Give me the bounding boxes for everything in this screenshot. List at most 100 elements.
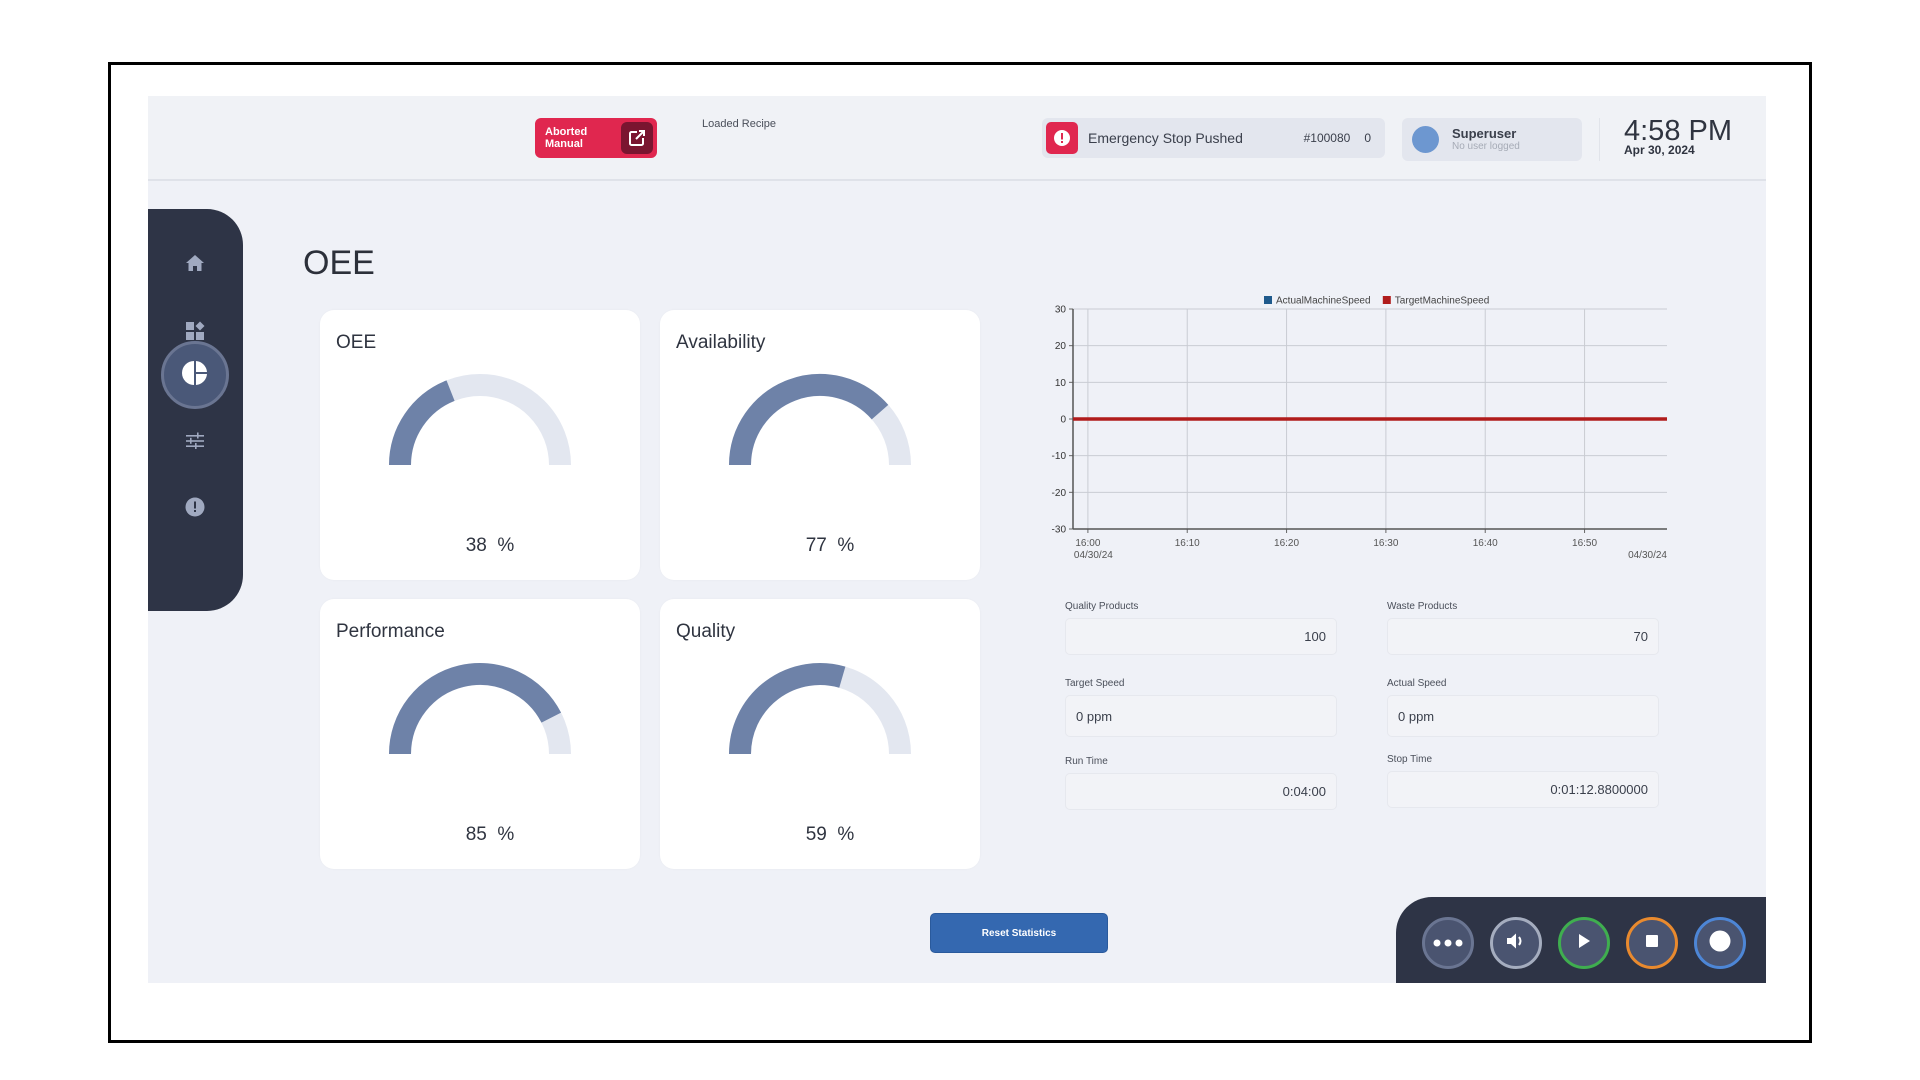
x-tick-label: 16:30 [1373, 538, 1398, 549]
user-login-button[interactable]: Superuser No user logged [1402, 118, 1582, 161]
active-alarm-banner[interactable]: Emergency Stop Pushed #100080 0 [1042, 118, 1385, 158]
gauge-value-number: 59 [805, 824, 827, 845]
run-time-value: 0:04:00 [1065, 773, 1337, 810]
loaded-recipe-label[interactable]: Loaded Recipe [702, 118, 776, 130]
x-tick-label: 16:40 [1473, 538, 1498, 549]
y-tick-label: -30 [1052, 525, 1067, 536]
gauge-value-number: 77 [805, 535, 827, 556]
alert-icon [1046, 122, 1078, 154]
sound-button[interactable] [1490, 917, 1542, 969]
machine-mode-badge[interactable]: Aborted Manual [535, 118, 657, 158]
sliders-icon [185, 432, 205, 455]
field-label: Actual Speed [1387, 678, 1447, 689]
machine-mode-text: Aborted Manual [545, 126, 619, 150]
target-speed-value: 0 ppm [1065, 695, 1337, 737]
page-title: OEE [303, 244, 375, 282]
actual-speed-value: 0 ppm [1387, 695, 1659, 737]
user-status: No user logged [1452, 140, 1520, 152]
x-tick-label: 16:10 [1175, 538, 1200, 549]
quality-products-value: 100 [1065, 618, 1337, 655]
reset-statistics-button[interactable]: Reset Statistics [930, 913, 1108, 953]
chart-legend: ActualMachineSpeed TargetMachineSpeed [1264, 296, 1489, 307]
gauge-value-number: 38 [465, 535, 487, 556]
more-icon [1433, 934, 1463, 952]
legend-swatch [1264, 296, 1272, 304]
legend-swatch [1382, 296, 1391, 304]
x-tick-label: 16:20 [1274, 538, 1299, 549]
y-tick-label: 20 [1055, 341, 1067, 352]
alarm-id: #100080 [1303, 131, 1351, 145]
gauge-title: Availability [676, 332, 766, 353]
speaker-icon [1506, 932, 1526, 955]
start-button[interactable] [1558, 917, 1610, 969]
external-link-icon[interactable] [621, 122, 653, 154]
record-button[interactable] [1694, 917, 1746, 969]
play-icon [1577, 933, 1591, 954]
gauge-title: Performance [336, 621, 445, 642]
sidebar-item-settings[interactable] [161, 409, 229, 477]
field-label: Run Time [1065, 756, 1108, 767]
gauge-value: 38 % [320, 535, 640, 557]
clock: 4:58 PM Apr 30, 2024 [1624, 116, 1732, 157]
gauge-chart [729, 663, 911, 755]
legend-label: ActualMachineSpeed [1276, 296, 1371, 307]
target-speed-field: Target Speed 0 ppm [1065, 678, 1337, 737]
gauge-chart [389, 374, 571, 466]
sidebar-item-alarms[interactable] [161, 475, 229, 543]
performance-gauge-card: Performance 85 % [320, 599, 640, 869]
alarm-count: 0 [1364, 131, 1371, 145]
user-info: Superuser No user logged [1452, 125, 1520, 153]
gauge-value-unit: % [837, 535, 855, 556]
top-header: Aborted Manual Loaded Recipe Emergency S… [148, 96, 1766, 181]
pie-chart-icon [182, 360, 208, 391]
user-name: Superuser [1452, 125, 1517, 141]
availability-gauge-card: Availability 77 % [660, 310, 980, 580]
avatar [1412, 126, 1439, 153]
gauge-value-unit: % [497, 824, 515, 845]
alert-icon [185, 497, 205, 522]
gauge-fill [389, 663, 562, 755]
x-tick-label: 16:50 [1572, 538, 1597, 549]
header-divider [1599, 118, 1600, 161]
oee-gauge-card: OEE 38 % [320, 310, 640, 580]
x-axis-end-label: 04/30/24 [1628, 550, 1667, 561]
waste-products-value: 70 [1387, 618, 1659, 655]
field-label: Stop Time [1387, 754, 1433, 765]
home-icon [185, 254, 205, 277]
gauge-value: 85 % [320, 824, 640, 846]
stop-time-field: Stop Time 0:01:12.8800000 [1387, 754, 1659, 808]
y-tick-label: -20 [1052, 488, 1067, 499]
legend-label: TargetMachineSpeed [1395, 296, 1490, 307]
machine-state-label: Aborted [545, 126, 588, 138]
y-tick-label: -10 [1052, 451, 1067, 462]
gauge-value: 59 % [660, 824, 980, 846]
stop-button[interactable] [1626, 917, 1678, 969]
quality-products-field: Quality Products 100 [1065, 601, 1337, 655]
gauge-value: 77 % [660, 535, 980, 557]
sidebar-nav [148, 209, 243, 611]
more-button[interactable] [1422, 917, 1474, 969]
sidebar-item-home[interactable] [161, 231, 229, 299]
y-tick-label: 0 [1060, 415, 1066, 426]
field-label: Waste Products [1387, 601, 1458, 612]
machine-mode-label: Manual [545, 138, 583, 150]
clock-time: 4:58 PM [1624, 115, 1732, 147]
gauge-chart [389, 663, 571, 755]
field-label: Quality Products [1065, 601, 1139, 612]
actual-speed-field: Actual Speed 0 ppm [1387, 678, 1659, 737]
x-tick-sublabel: 04/30/24 [1074, 550, 1113, 561]
alarm-message: Emergency Stop Pushed [1088, 130, 1243, 146]
sidebar-item-oee[interactable] [161, 341, 229, 409]
stop-time-value: 0:01:12.8800000 [1387, 771, 1659, 808]
gauge-fill [389, 380, 455, 466]
gauge-chart [729, 374, 911, 466]
stop-icon [1645, 934, 1659, 953]
gauge-value-number: 85 [465, 824, 487, 845]
quality-gauge-card: Quality 59 % [660, 599, 980, 869]
hmi-app: Aborted Manual Loaded Recipe Emergency S… [148, 96, 1766, 983]
y-tick-label: 30 [1055, 305, 1067, 316]
x-tick-label: 16:00 [1075, 538, 1100, 549]
gauge-title: Quality [676, 621, 736, 642]
gauge-value-unit: % [837, 824, 855, 845]
field-label: Target Speed [1065, 678, 1125, 689]
